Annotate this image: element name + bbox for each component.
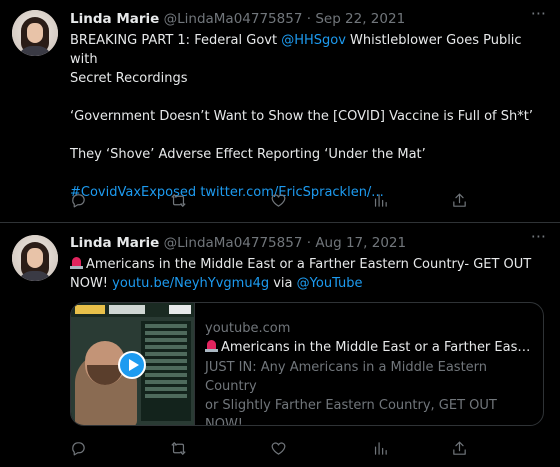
tweet-text: BREAKING PART 1: Federal Govt @HHSgov Wh…: [70, 31, 550, 202]
mention-link[interactable]: @YouTube: [297, 276, 363, 291]
avatar[interactable]: [12, 235, 58, 281]
text-line: Secret Recordings: [70, 71, 188, 86]
text-line: They ‘Shove’ Adverse Effect Reporting ‘U…: [70, 147, 426, 162]
tweet-text: Americans in the Middle East or a Farthe…: [70, 255, 550, 293]
separator: ·: [306, 11, 312, 27]
video-thumbnail[interactable]: [71, 303, 195, 425]
text-line: via: [269, 276, 297, 291]
text-line: BREAKING PART 1: Federal Govt: [70, 33, 282, 48]
retweet-icon[interactable]: [170, 192, 190, 212]
analytics-icon[interactable]: [372, 192, 392, 212]
card-description: JUST IN: Any Americans in a Middle Easte…: [205, 360, 488, 394]
card-description: or Slightly Farther Eastern Country, GET…: [205, 398, 497, 426]
like-icon[interactable]: [270, 440, 290, 460]
share-icon[interactable]: [451, 440, 471, 460]
text-line: Americans in the Middle East or a Farthe…: [86, 257, 532, 272]
reply-icon[interactable]: [70, 440, 90, 460]
author-handle[interactable]: @LindaMa04775857: [164, 11, 303, 27]
tweet-header: Linda Marie @LindaMa04775857 · Sep 22, 2…: [70, 11, 405, 27]
reply-icon[interactable]: [70, 192, 90, 212]
avatar[interactable]: [12, 10, 58, 56]
like-icon[interactable]: [270, 192, 290, 212]
action-bar: [70, 440, 470, 460]
separator: ·: [306, 235, 312, 251]
text-line: ‘Government Doesn’t Want to Show the [CO…: [70, 109, 533, 124]
author-handle[interactable]: @LindaMa04775857: [164, 235, 303, 251]
play-icon[interactable]: [118, 351, 146, 379]
action-bar: [70, 192, 470, 212]
mention-link[interactable]: @HHSgov: [281, 33, 346, 48]
more-icon[interactable]: ···: [531, 227, 546, 246]
tweet-date[interactable]: Aug 17, 2021: [315, 235, 406, 251]
tweet-date[interactable]: Sep 22, 2021: [315, 11, 405, 27]
card-domain: youtube.com: [205, 321, 291, 336]
analytics-icon[interactable]: [372, 440, 392, 460]
tweet-header: Linda Marie @LindaMa04775857 · Aug 17, 2…: [70, 235, 406, 251]
retweet-icon[interactable]: [170, 440, 190, 460]
share-icon[interactable]: [451, 192, 471, 212]
more-icon[interactable]: ···: [531, 4, 546, 23]
card-title: Americans in the Middle East or a Farthe…: [205, 338, 535, 358]
text-line: NOW!: [70, 276, 113, 291]
author-name[interactable]: Linda Marie: [70, 11, 159, 27]
author-name[interactable]: Linda Marie: [70, 235, 159, 251]
siren-icon: [205, 339, 218, 352]
youtube-link[interactable]: youtu.be/NeyhYvgmu4g: [112, 276, 269, 291]
siren-icon: [70, 256, 83, 269]
link-card[interactable]: youtube.com Americans in the Middle East…: [70, 302, 544, 426]
